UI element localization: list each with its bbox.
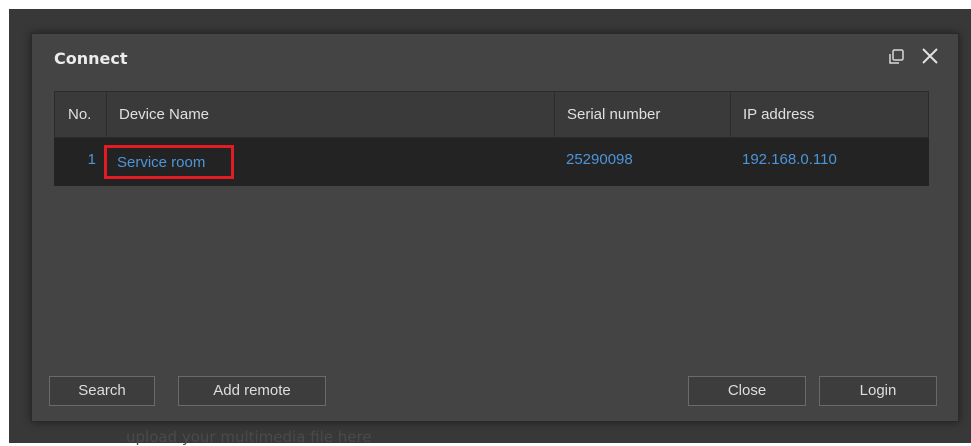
serial-number-cell: 25290098 <box>566 151 633 168</box>
login-button[interactable]: Login <box>819 376 937 406</box>
background-hint-text: upload your multimedia file here <box>126 428 372 446</box>
ip-address-cell: 192.168.0.110 <box>742 151 837 168</box>
row-number: 1 <box>87 151 96 168</box>
dialog-title: Connect <box>54 49 128 68</box>
column-header-serial-number[interactable]: Serial number <box>555 92 731 137</box>
table-row[interactable]: 1 Service room 25290098 192.168.0.110 <box>54 138 929 186</box>
close-button[interactable]: Close <box>688 376 806 406</box>
column-header-no[interactable]: No. <box>55 92 107 137</box>
column-header-device-name[interactable]: Device Name <box>107 92 555 137</box>
column-header-ip-address[interactable]: IP address <box>731 92 928 137</box>
table-header: No. Device Name Serial number IP address <box>54 91 929 138</box>
device-name-cell[interactable]: Service room <box>104 145 234 179</box>
connect-dialog: Connect No. Device Name Serial number IP… <box>31 33 959 422</box>
add-remote-button[interactable]: Add remote <box>178 376 326 406</box>
close-icon[interactable] <box>920 46 940 66</box>
device-table: No. Device Name Serial number IP address… <box>54 91 929 186</box>
restore-window-icon[interactable] <box>887 48 905 66</box>
search-button[interactable]: Search <box>49 376 155 406</box>
